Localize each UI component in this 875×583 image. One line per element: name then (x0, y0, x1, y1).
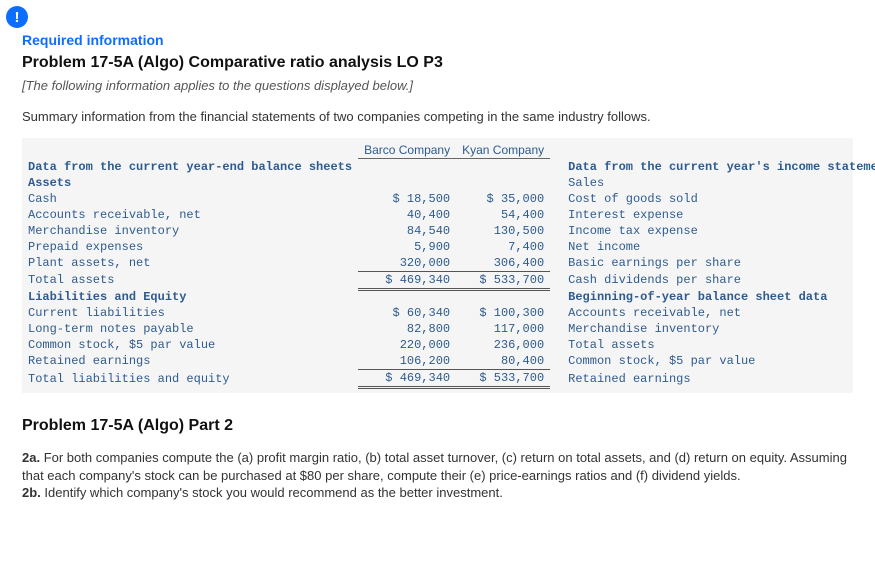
context-note: [The following information applies to th… (22, 78, 853, 93)
liabilities-heading: Liabilities and Equity (22, 289, 358, 305)
liab-row-kyan: 236,000 (456, 337, 550, 353)
asset-row-kyan: 130,500 (456, 223, 550, 239)
liab-row-kyan: 117,000 (456, 321, 550, 337)
asset-row-barco: 5,900 (358, 239, 456, 255)
col-kyan-left: Kyan Company (456, 142, 550, 159)
liab-row-kyan: $ 100,300 (456, 305, 550, 321)
liab-row-barco: $ 60,340 (358, 305, 456, 321)
q2a-text: For both companies compute the (a) profi… (22, 450, 847, 483)
total-assets-kyan: $ 533,700 (456, 271, 550, 289)
asset-row-kyan: 54,400 (456, 207, 550, 223)
boy-row-label: Common stock, $5 par value (562, 353, 875, 370)
total-liab-label: Total liabilities and equity (22, 370, 358, 388)
boy-row-label: Accounts receivable, net (562, 305, 875, 321)
liab-row-label: Current liabilities (22, 305, 358, 321)
q2b-text: Identify which company's stock you would… (41, 485, 503, 500)
liab-row-barco: 220,000 (358, 337, 456, 353)
balance-sheet-heading: Data from the current year-end balance s… (22, 159, 358, 175)
question-2b: 2b. Identify which company's stock you w… (22, 484, 853, 502)
col-barco-left: Barco Company (358, 142, 456, 159)
is-row-label: Net income (562, 239, 875, 255)
is-row-label: Basic earnings per share (562, 255, 875, 272)
is-row-label: Cost of goods sold (562, 191, 875, 207)
is-row-label: Income tax expense (562, 223, 875, 239)
asset-row-barco: $ 18,500 (358, 191, 456, 207)
liab-row-barco: 82,800 (358, 321, 456, 337)
boy-heading: Beginning-of-year balance sheet data (562, 289, 875, 305)
liab-row-barco: 106,200 (358, 353, 456, 370)
financial-tables: Barco Company Kyan Company Barco Company… (22, 138, 853, 393)
required-info-heading: Required information (22, 32, 853, 48)
q2b-label: 2b. (22, 485, 41, 500)
part2-title: Problem 17-5A (Algo) Part 2 (22, 417, 853, 435)
boy-row-label: Total assets (562, 337, 875, 353)
is-row-label: Sales (562, 175, 875, 191)
total-assets-barco: $ 469,340 (358, 271, 456, 289)
boy-row-label: Merchandise inventory (562, 321, 875, 337)
asset-row-label: Cash (22, 191, 358, 207)
asset-row-barco: 320,000 (358, 255, 456, 272)
asset-row-kyan: $ 35,000 (456, 191, 550, 207)
income-statement-heading: Data from the current year's income stat… (562, 159, 875, 175)
liab-row-kyan: 80,400 (456, 353, 550, 370)
asset-row-barco: 84,540 (358, 223, 456, 239)
is-row-label: Cash dividends per share (562, 271, 875, 289)
assets-heading: Assets (22, 175, 358, 191)
asset-row-label: Prepaid expenses (22, 239, 358, 255)
summary-intro: Summary information from the financial s… (22, 109, 853, 124)
is-row-label: Interest expense (562, 207, 875, 223)
asset-row-kyan: 306,400 (456, 255, 550, 272)
boy-row-label: Retained earnings (562, 370, 875, 388)
liab-row-label: Retained earnings (22, 353, 358, 370)
info-badge-icon: ! (6, 6, 28, 28)
asset-row-kyan: 7,400 (456, 239, 550, 255)
asset-row-barco: 40,400 (358, 207, 456, 223)
question-2a: 2a. For both companies compute the (a) p… (22, 449, 853, 484)
liab-row-label: Common stock, $5 par value (22, 337, 358, 353)
asset-row-label: Plant assets, net (22, 255, 358, 272)
total-assets-label: Total assets (22, 271, 358, 289)
asset-row-label: Accounts receivable, net (22, 207, 358, 223)
liab-row-label: Long-term notes payable (22, 321, 358, 337)
total-liab-kyan: $ 533,700 (456, 370, 550, 388)
total-liab-barco: $ 469,340 (358, 370, 456, 388)
asset-row-label: Merchandise inventory (22, 223, 358, 239)
q2a-label: 2a. (22, 450, 40, 465)
problem-title: Problem 17-5A (Algo) Comparative ratio a… (22, 54, 853, 72)
